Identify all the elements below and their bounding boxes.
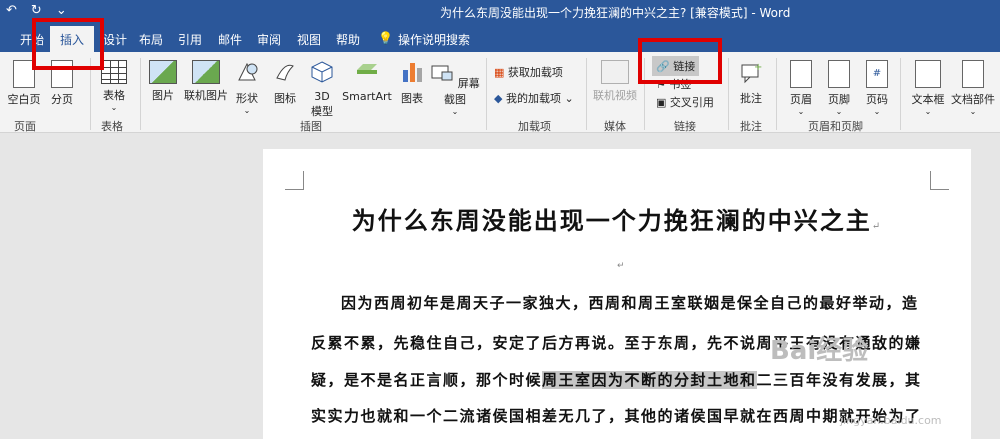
watermark-url: jingyan.baidu.com (840, 414, 942, 427)
body-line: 实实力也就和一个二流诸侯国相差无几了，其他的诸侯国早就在西周中期就开始为了 (311, 407, 922, 425)
page-number-icon: # (866, 60, 888, 88)
chevron-down-icon: ⌄ (110, 103, 118, 112)
tell-me-search[interactable]: 操作说明搜索 (398, 31, 470, 48)
group-label-header-footer: 页眉和页脚 (808, 120, 863, 133)
highlight-box-link-button (638, 38, 722, 84)
my-addins-button[interactable]: ◆ 我的加载项 ⌄ (494, 90, 574, 106)
group-divider (486, 58, 487, 130)
tab-references[interactable]: 引用 (178, 31, 202, 48)
smartart-icon (357, 64, 377, 74)
video-icon (601, 60, 629, 84)
page-number-button[interactable]: # 页码 ⌄ (862, 60, 892, 116)
tab-mailings[interactable]: 邮件 (218, 31, 242, 48)
pictures-button[interactable]: 图片 (148, 60, 178, 103)
tab-help[interactable]: 帮助 (336, 31, 360, 48)
group-label-pages: 页面 (14, 120, 36, 133)
icons-icon (276, 64, 294, 81)
chevron-down-icon: ⌄ (873, 107, 881, 116)
online-pictures-button[interactable]: 联机图片 (182, 60, 230, 103)
svg-text:+: + (754, 62, 762, 73)
redo-icon[interactable]: ↻ (31, 3, 42, 18)
cross-reference-icon: ▣ (656, 96, 667, 109)
textbox-icon (915, 60, 941, 88)
group-divider (140, 58, 141, 130)
3d-models-button[interactable]: 3D 模型 (306, 60, 338, 119)
ribbon-tabs: 开始 插入 设计 布局 引用 邮件 审阅 视图 帮助 💡 操作说明搜索 (0, 24, 1000, 52)
chevron-down-icon: ⌄ (564, 92, 574, 105)
tab-view[interactable]: 视图 (297, 31, 321, 48)
group-divider (586, 58, 587, 130)
cross-reference-button[interactable]: ▣ 交叉引用 (656, 94, 714, 110)
chevron-down-icon: ⌄ (797, 107, 805, 116)
group-label-links: 链接 (674, 120, 696, 133)
comment-button[interactable]: + 批注 (736, 60, 766, 106)
shapes-icon (238, 62, 258, 81)
body-line: 疑，是不是名正言顺，那个时候周王室因为不断的分封土地和二三百年没有发展，其 (311, 371, 922, 389)
icons-button[interactable]: 图标 (270, 60, 300, 106)
paragraph-mark: ↵ (871, 221, 883, 232)
table-icon (101, 60, 127, 84)
tab-review[interactable]: 审阅 (257, 31, 281, 48)
margin-corner-mark (930, 171, 949, 190)
screenshot-button[interactable]: 屏幕截图 ⌄ (430, 60, 480, 116)
footer-icon (828, 60, 850, 88)
undo-icon[interactable]: ↶ (6, 3, 17, 18)
tab-design[interactable]: 设计 (103, 31, 127, 48)
cube-icon (311, 61, 333, 83)
watermark-logo: Bai经验 (770, 336, 869, 366)
chevron-down-icon: ⌄ (243, 106, 251, 115)
shapes-button[interactable]: 形状 ⌄ (232, 60, 262, 115)
screenshot-icon (431, 65, 453, 81)
smartart-button[interactable]: SmartArt (342, 60, 392, 103)
chevron-down-icon: ⌄ (451, 107, 459, 116)
get-addins-button[interactable]: ▦ 获取加载项 (494, 64, 563, 80)
online-video-button[interactable]: 联机视频 (592, 60, 638, 103)
store-icon: ▦ (494, 66, 505, 79)
online-picture-icon (192, 60, 220, 84)
textbox-button[interactable]: 文本框 ⌄ (908, 60, 948, 116)
group-label-media: 媒体 (604, 120, 626, 133)
group-divider (776, 58, 777, 130)
picture-icon (149, 60, 177, 84)
comment-icon: + (741, 62, 762, 84)
highlight-box-insert-tab (32, 18, 104, 70)
group-label-addins: 加载项 (518, 120, 551, 133)
header-icon (790, 60, 812, 88)
tab-layout[interactable]: 布局 (139, 31, 163, 48)
lightbulb-icon: 💡 (378, 31, 393, 45)
document-heading: 为什么东周没能出现一个力挽狂澜的中兴之主↵ (351, 206, 883, 235)
quick-parts-button[interactable]: 文档部件 ⌄ (948, 60, 998, 116)
header-button[interactable]: 页眉 ⌄ (786, 60, 816, 116)
chart-icon (403, 63, 422, 82)
body-line: 因为西周初年是周天子一家独大，西周和周王室联姻是保全自己的最好举动，造 (341, 294, 919, 312)
quick-access-toolbar: ↶ ↻ ⌄ (6, 3, 67, 18)
group-divider (728, 58, 729, 130)
title-bar: ↶ ↻ ⌄ 为什么东周没能出现一个力挽狂澜的中兴之主? [兼容模式] - Wor… (0, 0, 1000, 24)
selected-text[interactable]: 周王室因为不断的分封土地和 (542, 371, 757, 389)
chevron-down-icon: ⌄ (969, 107, 977, 116)
document-page[interactable]: 为什么东周没能出现一个力挽狂澜的中兴之主↵ ↵ 因为西周初年是周天子一家独大，西… (263, 149, 971, 439)
group-label-comments: 批注 (740, 120, 762, 133)
group-divider (900, 58, 901, 130)
chart-button[interactable]: 图表 (398, 60, 426, 106)
footer-button[interactable]: 页脚 ⌄ (824, 60, 854, 116)
addins-icon: ◆ (494, 92, 503, 105)
customize-qat-icon[interactable]: ⌄ (56, 3, 67, 18)
group-label-illustrations: 插图 (300, 120, 322, 133)
chevron-down-icon: ⌄ (924, 107, 932, 116)
margin-corner-mark (285, 171, 304, 190)
chevron-down-icon: ⌄ (835, 107, 843, 116)
quick-parts-icon (962, 60, 984, 88)
window-title: 为什么东周没能出现一个力挽狂澜的中兴之主? [兼容模式] - Word (440, 6, 791, 20)
paragraph-mark: ↵ (617, 261, 625, 271)
group-label-tables: 表格 (101, 120, 123, 133)
